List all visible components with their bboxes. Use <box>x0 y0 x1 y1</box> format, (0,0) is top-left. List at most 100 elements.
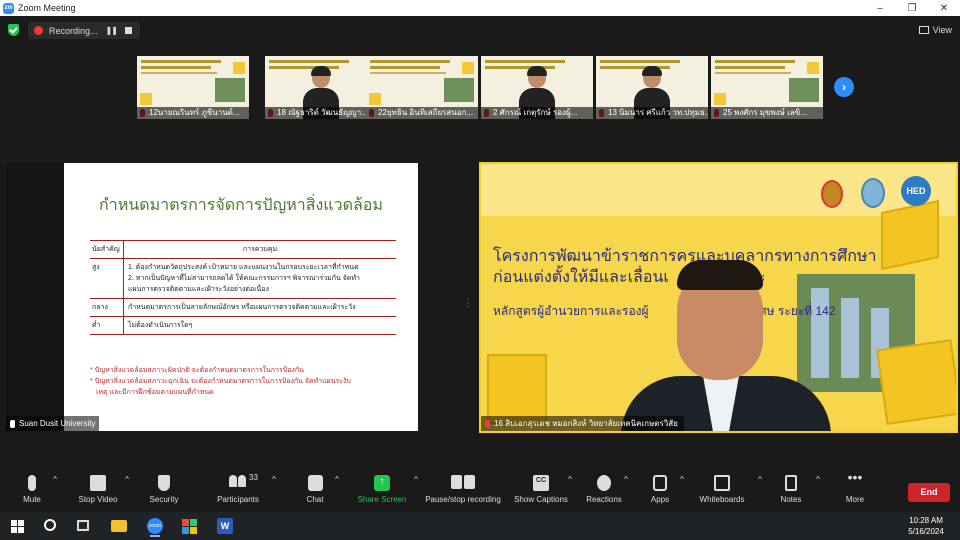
apps-label: Apps <box>650 495 670 504</box>
pause-recording-icon[interactable]: ❚❚ <box>106 26 118 35</box>
participant-name: 13 นิมนาร ศรีแก้ว วท.ปทุมธ... <box>596 107 708 119</box>
participant-thumbnail[interactable]: 18 ณัฐธาริต์ วัฒนธัญญา... <box>265 56 377 119</box>
search-button[interactable] <box>40 516 62 536</box>
tiles-app-icon <box>182 519 200 534</box>
slide-title: กำหนดมาตรการจัดการปัญหาสิ่งแวดล้อม <box>99 195 383 214</box>
presenter-name: Suan Dusit University <box>19 419 96 428</box>
active-speaker-video[interactable]: HED โครงการพัฒนาข้าราชการครูและบุคลากรทา… <box>479 162 958 433</box>
store-taskbar-button[interactable] <box>178 516 200 536</box>
close-button[interactable]: ✕ <box>928 0 960 16</box>
notes-button[interactable]: Notes <box>776 475 806 511</box>
participant-name: 18 ณัฐธาริต์ วัฒนธัญญา... <box>265 107 377 119</box>
captions-icon: CC <box>533 475 549 491</box>
recording-bar: Recording... ❚❚ View <box>0 16 960 44</box>
apps-options-caret-icon[interactable]: ^ <box>678 475 686 511</box>
microphone-icon <box>28 475 36 491</box>
stop-recording-icon[interactable] <box>124 27 132 34</box>
table-cell: กลาง <box>90 299 124 316</box>
folder-icon <box>111 520 127 532</box>
participants-icon: 33 <box>229 473 258 491</box>
word-taskbar-button[interactable]: W <box>214 516 236 536</box>
video-options-caret-icon[interactable]: ^ <box>123 475 131 511</box>
encryption-shield-icon[interactable] <box>8 24 19 36</box>
table-line: แผนการตรวจติดตามและเฝ้าระวังอย่างต่อเนื่… <box>128 286 269 293</box>
reactions-button[interactable]: Reactions <box>584 475 624 511</box>
audio-options-caret-icon[interactable]: ^ <box>51 475 59 511</box>
window-controls: – ❐ ✕ <box>864 0 960 16</box>
stop-video-label: Stop Video <box>78 495 118 504</box>
chat-options-caret-icon[interactable]: ^ <box>333 475 341 511</box>
record-dot-icon <box>34 26 43 35</box>
search-icon <box>44 519 56 531</box>
recording-indicator: Recording... ❚❚ <box>28 22 140 39</box>
whiteboards-options-caret-icon[interactable]: ^ <box>756 475 764 511</box>
participant-thumbnail[interactable]: 13 นิมนาร ศรีแก้ว วท.ปทุมธ... <box>596 56 708 119</box>
file-explorer-button[interactable] <box>108 516 130 536</box>
share-screen-button[interactable]: ↑ Share Screen <box>352 475 412 511</box>
mute-button[interactable]: Mute <box>14 475 50 511</box>
next-page-button[interactable]: › <box>834 77 854 97</box>
pause-stop-recording-button[interactable]: Pause/stop recording <box>420 475 506 511</box>
note-line: * ปัญหาสิ่งแวดล้อมสภาวะผิดปกติ จะต้องกำห… <box>90 367 304 374</box>
table-cell: 1. ต้องกำหนดวัตถุประสงค์ เป้าหมาย และแผน… <box>124 259 396 298</box>
reactions-options-caret-icon[interactable]: ^ <box>622 475 630 511</box>
view-button[interactable]: View <box>918 22 952 38</box>
table-line: 1. ต้องกำหนดวัตถุประสงค์ เป้าหมาย และแผน… <box>128 264 359 271</box>
camera-icon <box>90 475 106 491</box>
zoom-logo-icon: zm <box>3 2 14 14</box>
task-view-button[interactable] <box>72 516 94 536</box>
task-view-icon <box>77 520 89 531</box>
pause-stop-icon <box>451 475 475 491</box>
share-screen-icon: ↑ <box>374 475 390 491</box>
presenter-nameplate: Suan Dusit University <box>6 416 100 431</box>
panel-resize-handle[interactable]: ⋮ <box>463 298 473 309</box>
security-button[interactable]: Security <box>144 475 184 511</box>
more-button[interactable]: ••• More <box>840 469 870 511</box>
restore-button[interactable]: ❐ <box>896 0 928 16</box>
participant-thumbnail[interactable]: 25 พงศักร มุขพงษ์ เลขิ... <box>711 56 823 119</box>
participant-thumbnail[interactable]: 2 ศักรณ์ เกตุรักษ์ รองผู้... <box>481 56 593 119</box>
slide-notes: * ปัญหาสิ่งแวดล้อมสภาวะผิดปกติ จะต้องกำห… <box>90 365 400 398</box>
participant-thumbnail[interactable]: 12นายณรินทร์ ภูชีนานต์... <box>137 56 249 119</box>
minimize-button[interactable]: – <box>864 0 896 16</box>
chat-button[interactable]: Chat <box>300 475 330 511</box>
participants-label: Participants <box>217 495 259 504</box>
active-indicator <box>150 535 160 537</box>
participants-options-caret-icon[interactable]: ^ <box>270 475 278 511</box>
system-clock[interactable]: 10:28 AM 5/16/2024 <box>896 515 956 537</box>
clock-date: 5/16/2024 <box>908 527 944 536</box>
word-app-icon: W <box>217 518 233 534</box>
participant-name: 22ยุทธิน อินทิเสถียรสนอก... <box>366 107 478 119</box>
participants-button[interactable]: 33 Participants <box>208 473 268 511</box>
shared-slide: กำหนดมาตรการจัดการปัญหาสิ่งแวดล้อม นัยสำ… <box>64 163 418 431</box>
table-cell: ต่ำ <box>90 317 124 334</box>
apps-button[interactable]: Apps <box>646 475 674 511</box>
emblem-logo-icon <box>861 178 885 208</box>
more-label: More <box>845 495 865 504</box>
end-meeting-button[interactable]: End <box>908 483 950 502</box>
share-options-caret-icon[interactable]: ^ <box>412 475 420 511</box>
muted-mic-icon <box>485 419 490 428</box>
show-captions-button[interactable]: CC Show Captions <box>512 475 570 511</box>
participant-name: 12นายณรินทร์ ภูชีนานต์... <box>137 107 249 119</box>
table-line: 2. หากเป็นปัญหาที่ไม่สามารถลดได้ ให้คณะก… <box>128 275 360 282</box>
participant-name: 2 ศักรณ์ เกตุรักษ์ รองผู้... <box>481 107 593 119</box>
zoom-taskbar-button[interactable]: zoom <box>144 516 166 537</box>
whiteboards-button[interactable]: Whiteboards <box>694 475 750 511</box>
reactions-label: Reactions <box>586 495 622 504</box>
notes-options-caret-icon[interactable]: ^ <box>814 475 822 511</box>
more-dots-icon: ••• <box>847 469 863 485</box>
hed-logo-icon: HED <box>901 176 931 206</box>
view-label: View <box>932 25 952 35</box>
start-button[interactable] <box>6 516 28 536</box>
participant-count: 33 <box>249 473 258 482</box>
participant-name: 25 พงศักร มุขพงษ์ เลขิ... <box>711 107 823 119</box>
captions-options-caret-icon[interactable]: ^ <box>566 475 574 511</box>
table-row: สูง 1. ต้องกำหนดวัตถุประสงค์ เป้าหมาย แล… <box>90 259 396 299</box>
reactions-icon <box>597 475 611 491</box>
apps-icon <box>653 475 667 491</box>
chat-icon <box>307 475 323 491</box>
windows-taskbar: zoom W 10:28 AM 5/16/2024 <box>0 512 960 540</box>
participant-thumbnail[interactable]: 22ยุทธิน อินทิเสถียรสนอก... <box>366 56 478 119</box>
stop-video-button[interactable]: Stop Video <box>72 475 124 511</box>
